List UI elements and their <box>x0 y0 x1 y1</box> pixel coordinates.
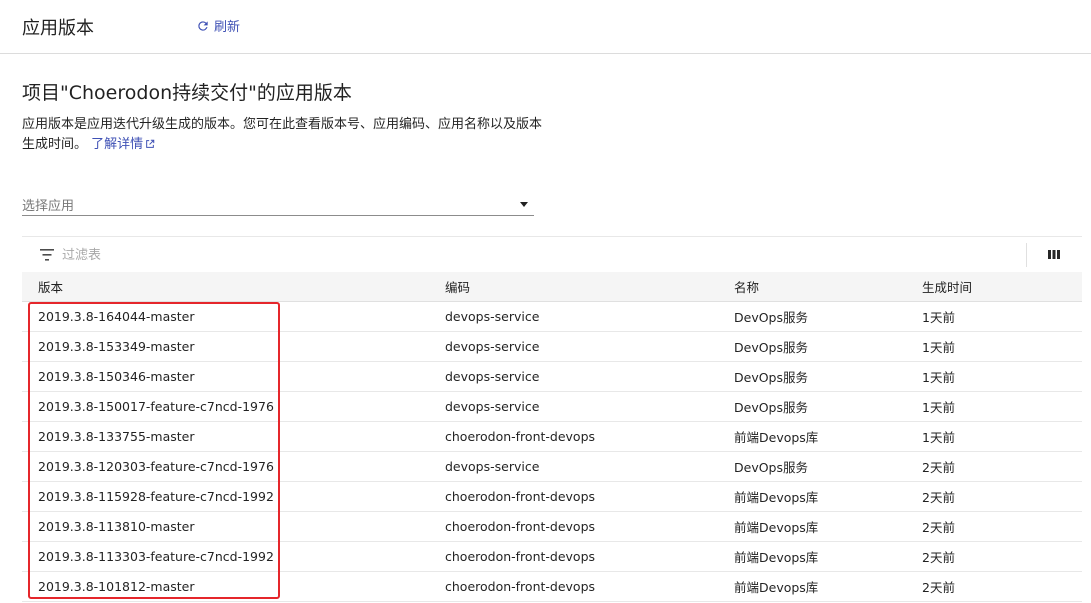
cell-time: 1天前 <box>922 361 1082 392</box>
version-table: 版本 编码 名称 生成时间 2019.3.8-164044-master devo… <box>22 272 1082 602</box>
cell-name: DevOps服务 <box>734 451 922 482</box>
cell-name: 前端Devops库 <box>734 421 922 452</box>
table-row[interactable]: 2019.3.8-101812-master choerodon-front-de… <box>22 571 1082 602</box>
page-header: 应用版本 刷新 <box>0 0 1091 54</box>
table-header-row: 版本 编码 名称 生成时间 <box>22 272 1082 302</box>
cell-time: 2天前 <box>922 451 1082 482</box>
cell-name: DevOps服务 <box>734 331 922 362</box>
cell-time: 1天前 <box>922 391 1082 422</box>
cell-time: 2天前 <box>922 571 1082 602</box>
table-row[interactable]: 2019.3.8-150017-feature-c7ncd-1976 devops… <box>22 391 1082 422</box>
column-header-code[interactable]: 编码 <box>445 272 734 302</box>
cell-version: 2019.3.8-120303-feature-c7ncd-1976 <box>22 451 445 482</box>
cell-time: 2天前 <box>922 481 1082 512</box>
cell-version: 2019.3.8-164044-master <box>22 301 445 332</box>
column-header-name[interactable]: 名称 <box>734 272 922 302</box>
cell-version: 2019.3.8-150346-master <box>22 361 445 392</box>
refresh-icon <box>198 20 208 31</box>
table-row[interactable]: 2019.3.8-115928-feature-c7ncd-1992 choero… <box>22 481 1082 512</box>
column-header-version[interactable]: 版本 <box>22 272 445 302</box>
cell-version: 2019.3.8-133755-master <box>22 421 445 452</box>
cell-code: choerodon-front-devops <box>445 571 734 602</box>
select-app-dropdown[interactable]: 选择应用 <box>22 192 534 216</box>
app-version-page: 应用版本 刷新 项目"Choerodon持续交付"的应用版本 应用版本是应用迭代… <box>0 0 1091 603</box>
cell-code: devops-service <box>445 391 734 422</box>
cell-time: 2天前 <box>922 541 1082 572</box>
learn-more-label: 了解详情 <box>91 137 144 152</box>
column-header-time[interactable]: 生成时间 <box>922 272 1082 302</box>
table-row[interactable]: 2019.3.8-164044-master devops-service DevO… <box>22 301 1082 332</box>
cell-code: choerodon-front-devops <box>445 511 734 542</box>
cell-name: 前端Devops库 <box>734 541 922 572</box>
table-row[interactable]: 2019.3.8-113303-feature-c7ncd-1992 choero… <box>22 541 1082 572</box>
table-row[interactable]: 2019.3.8-113810-master choerodon-front-de… <box>22 511 1082 542</box>
cell-code: devops-service <box>445 331 734 362</box>
learn-more-link[interactable]: 了解详情 <box>91 137 155 152</box>
columns-icon[interactable] <box>1048 250 1060 259</box>
cell-name: DevOps服务 <box>734 361 922 392</box>
table-filter-bar <box>22 236 1082 272</box>
cell-name: 前端Devops库 <box>734 481 922 512</box>
table-row[interactable]: 2019.3.8-153349-master devops-service DevO… <box>22 331 1082 362</box>
filter-table-input[interactable] <box>62 246 962 264</box>
table-row[interactable]: 2019.3.8-133755-master choerodon-front-de… <box>22 421 1082 452</box>
cell-name: DevOps服务 <box>734 301 922 332</box>
cell-name: DevOps服务 <box>734 391 922 422</box>
cell-code: devops-service <box>445 451 734 482</box>
cell-name: 前端Devops库 <box>734 511 922 542</box>
cell-version: 2019.3.8-113810-master <box>22 511 445 542</box>
cell-code: choerodon-front-devops <box>445 481 734 512</box>
cell-name: 前端Devops库 <box>734 571 922 602</box>
cell-version: 2019.3.8-115928-feature-c7ncd-1992 <box>22 481 445 512</box>
table-row[interactable]: 2019.3.8-120303-feature-c7ncd-1976 devops… <box>22 451 1082 482</box>
cell-code: devops-service <box>445 301 734 332</box>
refresh-label: 刷新 <box>214 20 241 35</box>
page-description: 应用版本是应用迭代升级生成的版本。您可在此查看版本号、应用编码、应用名称以及版本… <box>22 115 542 155</box>
filter-icon <box>40 249 54 261</box>
page-title: 项目"Choerodon持续交付"的应用版本 <box>22 82 352 104</box>
table-row[interactable]: 2019.3.8-150346-master devops-service DevO… <box>22 361 1082 392</box>
cell-version: 2019.3.8-113303-feature-c7ncd-1992 <box>22 541 445 572</box>
table-body: 2019.3.8-164044-master devops-service DevO… <box>22 301 1082 602</box>
cell-time: 1天前 <box>922 421 1082 452</box>
cell-time: 1天前 <box>922 331 1082 362</box>
cell-code: choerodon-front-devops <box>445 541 734 572</box>
cell-version: 2019.3.8-150017-feature-c7ncd-1976 <box>22 391 445 422</box>
page-header-title: 应用版本 <box>22 18 94 39</box>
cell-version: 2019.3.8-101812-master <box>22 571 445 602</box>
filter-divider <box>1026 243 1027 267</box>
caret-down-icon <box>520 202 528 207</box>
cell-time: 2天前 <box>922 511 1082 542</box>
cell-version: 2019.3.8-153349-master <box>22 331 445 362</box>
select-app-placeholder: 选择应用 <box>22 199 75 214</box>
cell-code: choerodon-front-devops <box>445 421 734 452</box>
cell-code: devops-service <box>445 361 734 392</box>
refresh-button[interactable]: 刷新 <box>196 16 240 35</box>
external-link-icon <box>146 139 155 148</box>
cell-time: 1天前 <box>922 301 1082 332</box>
